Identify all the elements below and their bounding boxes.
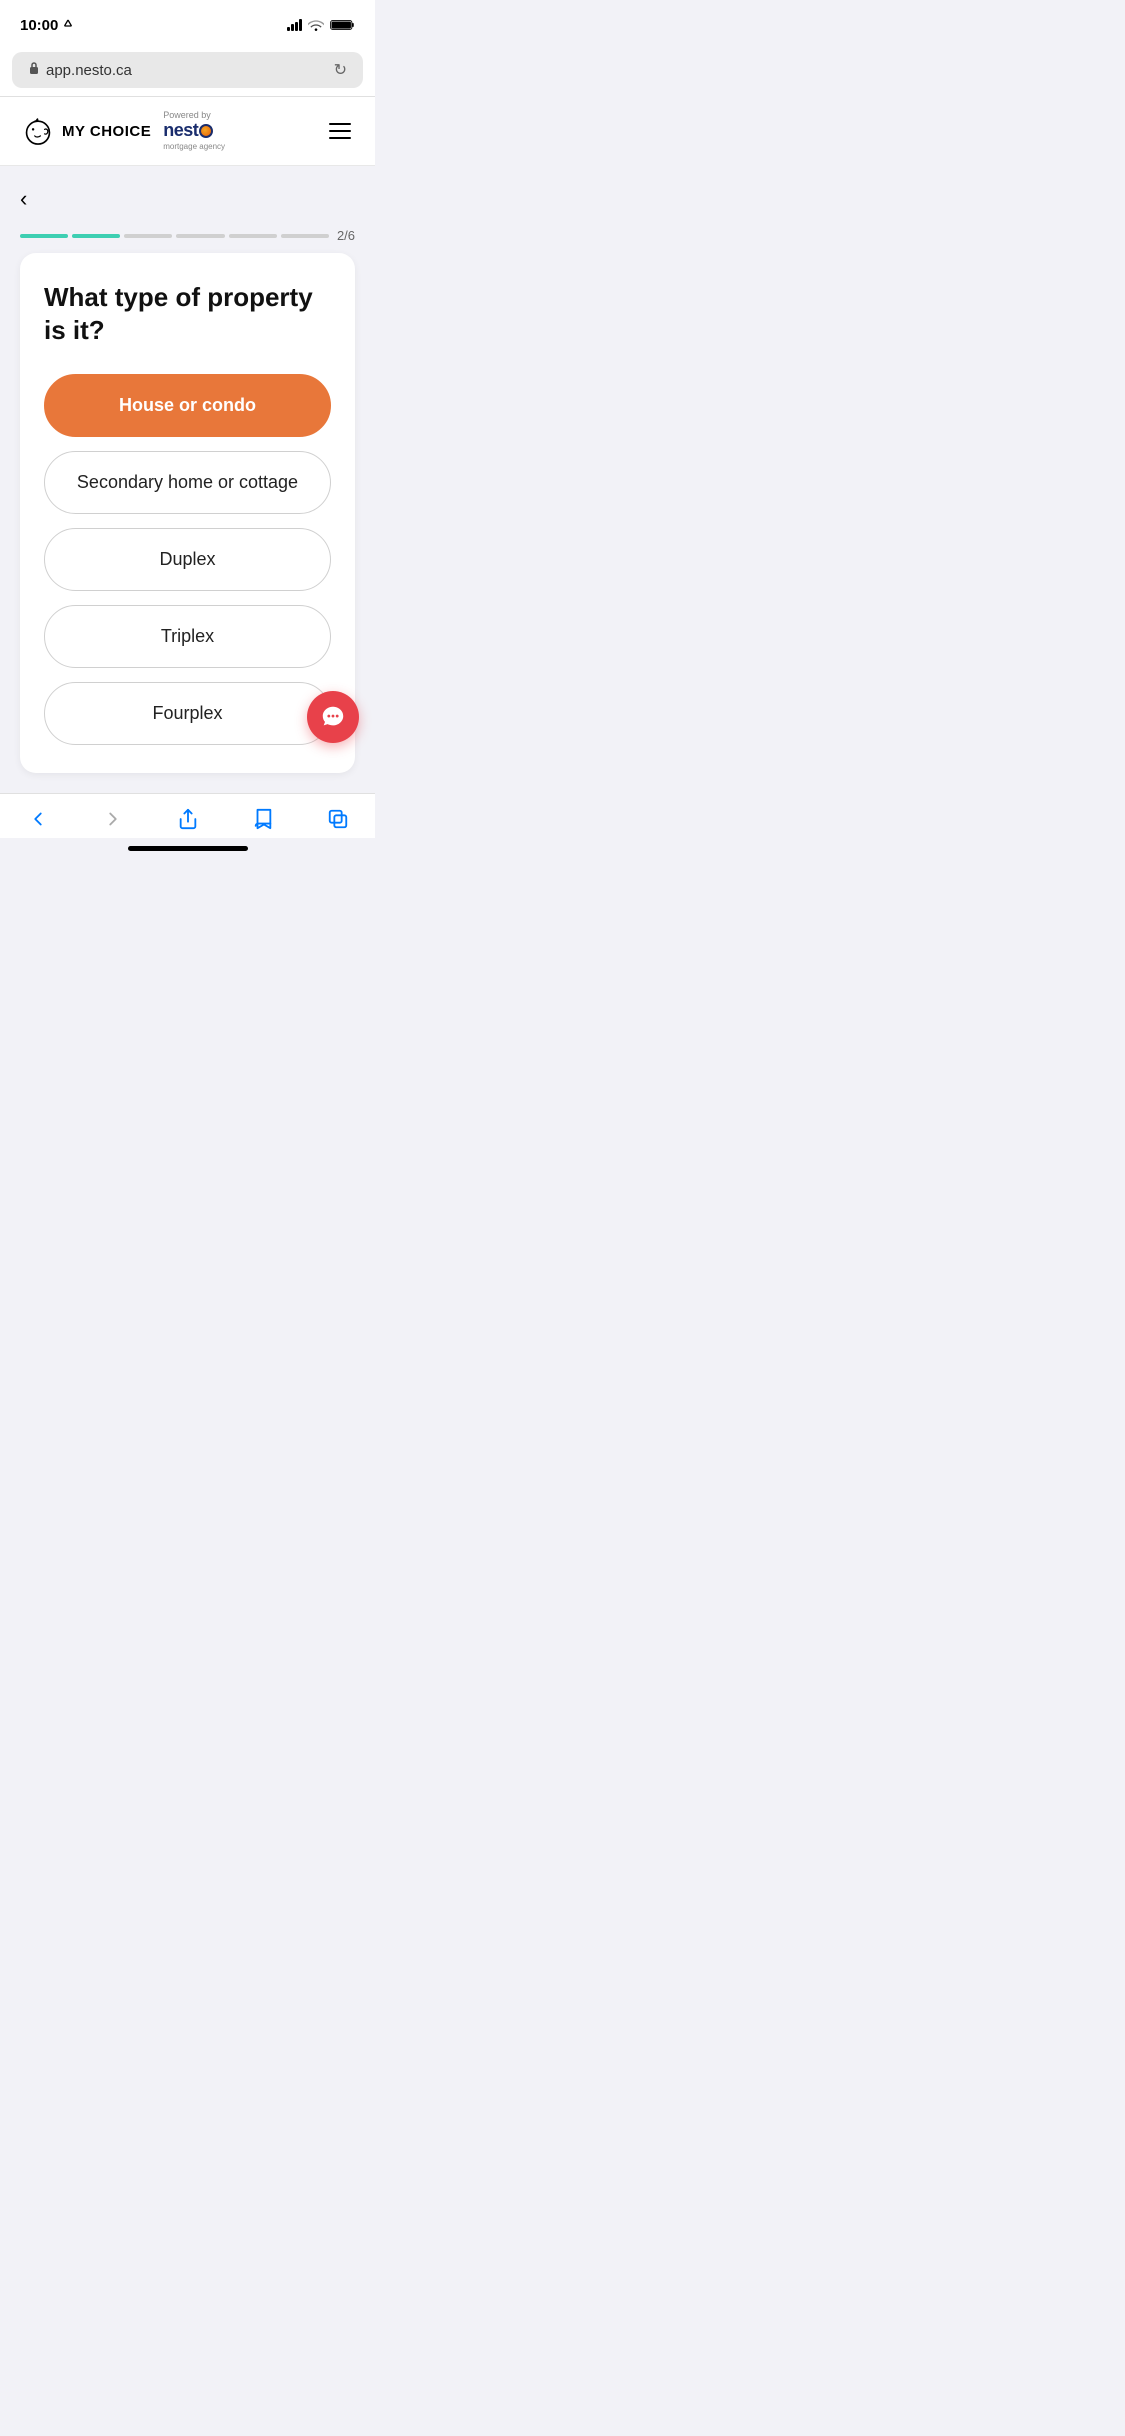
browser-bar: app.nesto.ca ↻	[0, 44, 375, 97]
agency-label: mortgage agency	[163, 142, 225, 151]
progress-step-4	[176, 234, 224, 238]
browser-share-button[interactable]	[169, 804, 207, 834]
battery-icon	[330, 19, 355, 31]
progress-step-1	[20, 234, 68, 238]
progress-bar: 2/6	[20, 228, 355, 243]
my-choice-logo: MY CHOICE	[20, 113, 151, 149]
option-house-condo[interactable]: House or condo	[44, 374, 331, 437]
progress-step-6	[281, 234, 329, 238]
status-icons	[287, 19, 355, 31]
logo-area: MY CHOICE Powered by nest mortgage agenc…	[20, 111, 225, 151]
progress-step-5	[229, 234, 277, 238]
status-time: 10:00	[20, 17, 74, 34]
status-bar: 10:00	[0, 0, 375, 44]
progress-step-3	[124, 234, 172, 238]
bookmarks-icon	[252, 808, 274, 830]
browser-forward-button[interactable]	[94, 804, 132, 834]
back-button[interactable]: ‹	[20, 182, 27, 216]
share-icon	[177, 808, 199, 830]
browser-forward-icon	[102, 808, 124, 830]
tabs-icon	[327, 808, 349, 830]
powered-by-text: Powered by	[163, 111, 211, 120]
my-choice-text: MY CHOICE	[62, 123, 151, 140]
lock-icon	[28, 61, 40, 79]
wifi-icon	[308, 19, 324, 31]
progress-step-2	[72, 234, 120, 238]
browser-bookmarks-button[interactable]	[244, 804, 282, 834]
option-secondary-home[interactable]: Secondary home or cottage	[44, 451, 331, 514]
option-triplex[interactable]: Triplex	[44, 605, 331, 668]
hamburger-icon	[329, 123, 351, 125]
question-card: What type of property is it? House or co…	[20, 253, 355, 773]
home-bar	[128, 846, 248, 851]
bottom-browser-bar	[0, 793, 375, 838]
chat-button[interactable]	[307, 691, 359, 743]
time-display: 10:00	[20, 17, 58, 34]
question-title: What type of property is it?	[44, 281, 331, 346]
signal-icon	[287, 19, 302, 31]
chat-icon	[320, 704, 346, 730]
url-display: app.nesto.ca	[46, 62, 132, 79]
app-header: MY CHOICE Powered by nest mortgage agenc…	[0, 97, 375, 166]
piggy-bank-icon	[20, 113, 56, 149]
menu-button[interactable]	[325, 119, 355, 143]
option-duplex[interactable]: Duplex	[44, 528, 331, 591]
nesto-logo-text: nest	[163, 120, 213, 141]
browser-back-icon	[27, 808, 49, 830]
url-bar[interactable]: app.nesto.ca ↻	[12, 52, 363, 88]
browser-tabs-button[interactable]	[319, 804, 357, 834]
location-icon	[62, 19, 74, 31]
progress-label: 2/6	[337, 228, 355, 243]
nesto-o-icon	[199, 124, 213, 138]
browser-back-button[interactable]	[19, 804, 57, 834]
options-list: House or condo Secondary home or cottage…	[44, 374, 331, 745]
home-indicator	[0, 838, 375, 863]
nesto-brand-area: Powered by nest mortgage agency	[163, 111, 225, 151]
url-text: app.nesto.ca	[28, 61, 132, 79]
option-fourplex[interactable]: Fourplex	[44, 682, 331, 745]
reload-icon[interactable]: ↻	[334, 60, 347, 80]
